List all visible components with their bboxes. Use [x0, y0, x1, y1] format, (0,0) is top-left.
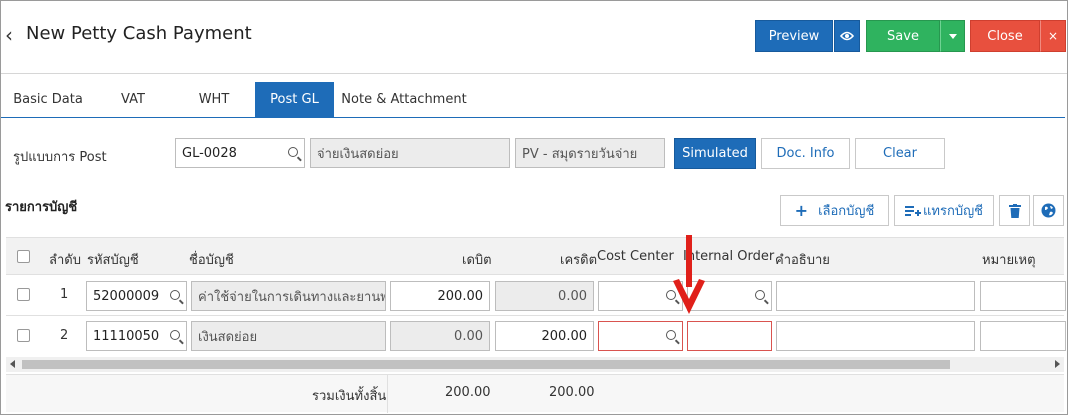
select-account-label: เลือกบัญชี — [818, 204, 875, 219]
totals-footer: รวมเงินทั้งสิ้น 200.00 200.00 — [6, 374, 1064, 413]
simulated-button[interactable]: Simulated — [674, 138, 756, 169]
account-name-field: ค่าใช้จ่ายในการเดินทางและยานพาหนะ — [191, 281, 386, 311]
account-code-input[interactable]: 52000009 — [86, 281, 187, 311]
header-seq: ลำดับ — [49, 253, 81, 268]
row-seq: 2 — [60, 328, 69, 343]
page-header: ‹ New Petty Cash Payment Preview Save Cl… — [1, 1, 1067, 73]
horizontal-scrollbar[interactable] — [6, 357, 1064, 372]
header-name: ชื่อบัญชี — [189, 253, 234, 268]
remark-input[interactable] — [980, 281, 1066, 311]
post-code-input[interactable]: GL-0028 — [175, 138, 305, 168]
debit-input[interactable]: 200.00 — [390, 281, 490, 311]
tab-post-gl[interactable]: Post GL — [255, 82, 334, 117]
search-icon[interactable] — [666, 330, 676, 340]
insert-list-icon — [905, 205, 922, 216]
debit-value: 200.00 — [437, 288, 484, 304]
globe-icon — [1041, 203, 1056, 218]
select-account-button[interactable]: + เลือกบัญชี — [780, 195, 889, 226]
account-code-value: 11110050 — [93, 328, 160, 344]
post-format-label: รูปแบบการ Post — [13, 150, 107, 165]
debit-field: 0.00 — [390, 321, 490, 351]
clear-button[interactable]: Clear — [855, 138, 945, 169]
description-input[interactable] — [776, 281, 975, 311]
scroll-thumb[interactable] — [22, 360, 950, 369]
trash-icon — [1008, 203, 1021, 218]
header-cost-center: Cost Center — [597, 249, 674, 264]
insert-account-button[interactable]: แทรกบัญชี — [894, 195, 994, 226]
delete-button[interactable] — [999, 195, 1030, 226]
globe-button[interactable] — [1033, 195, 1064, 226]
plus-icon: + — [794, 201, 809, 220]
back-icon[interactable]: ‹ — [5, 23, 13, 47]
header-divider — [1, 73, 1067, 74]
row-checkbox[interactable] — [17, 329, 30, 342]
total-debit: 200.00 — [445, 385, 491, 400]
save-button[interactable]: Save — [866, 20, 940, 52]
annotation-arrow-icon — [673, 235, 705, 314]
table-header: ลำดับ รหัสบัญชี ชื่อบัญชี เดบิต เครดิต C… — [6, 237, 1064, 275]
post-code-value: GL-0028 — [182, 145, 237, 161]
cost-center-input-error[interactable] — [598, 321, 683, 351]
post-description-field: จ่ายเงินสดย่อย — [310, 138, 510, 168]
account-code-value: 52000009 — [93, 288, 160, 304]
search-icon[interactable] — [288, 147, 298, 157]
row-seq: 1 — [60, 287, 69, 302]
header-code: รหัสบัญชี — [87, 253, 139, 268]
save-dropdown-button[interactable] — [940, 20, 965, 52]
tab-wht[interactable]: WHT — [174, 82, 254, 117]
tab-vat[interactable]: VAT — [93, 82, 173, 117]
tab-bar: Basic Data VAT WHT Post GL Note & Attach… — [1, 82, 1065, 118]
footer-divider — [387, 375, 388, 413]
search-icon[interactable] — [755, 290, 765, 300]
debit-value: 0.00 — [454, 328, 483, 344]
insert-account-label: แทรกบัญชี — [923, 204, 983, 219]
close-x-button[interactable]: × — [1040, 20, 1066, 52]
close-button[interactable]: Close — [970, 20, 1040, 52]
tab-note-attachment[interactable]: Note & Attachment — [336, 82, 472, 117]
credit-value: 200.00 — [541, 328, 588, 344]
account-name-value: ค่าใช้จ่ายในการเดินทางและยานพาหนะ — [198, 289, 386, 305]
preview-button[interactable]: Preview — [755, 20, 833, 52]
journal-field: PV - สมุดรายวันจ่าย — [515, 138, 665, 168]
total-credit: 200.00 — [549, 385, 595, 400]
account-name-field: เงินสดย่อย — [191, 321, 386, 351]
credit-input[interactable]: 200.00 — [495, 321, 594, 351]
row-divider — [6, 315, 1064, 316]
header-debit: เดบิต — [462, 253, 492, 268]
internal-order-input-error[interactable] — [687, 321, 772, 351]
caret-down-icon — [948, 33, 957, 39]
total-label: รวมเงินทั้งสิ้น — [312, 389, 387, 404]
post-description-value: จ่ายเงินสดย่อย — [317, 146, 399, 162]
search-icon[interactable] — [170, 330, 180, 340]
doc-info-button[interactable]: Doc. Info — [761, 138, 850, 169]
cost-center-input[interactable] — [598, 281, 683, 311]
account-code-input[interactable]: 11110050 — [86, 321, 187, 351]
header-credit: เครดิต — [560, 253, 598, 268]
journal-value: PV - สมุดรายวันจ่าย — [522, 146, 638, 162]
description-input[interactable] — [776, 321, 975, 351]
row-checkbox[interactable] — [17, 288, 30, 301]
select-all-checkbox[interactable] — [17, 250, 30, 263]
page-title: New Petty Cash Payment — [26, 23, 252, 44]
search-icon[interactable] — [170, 290, 180, 300]
account-name-value: เงินสดย่อย — [198, 329, 258, 345]
preview-eye-button[interactable] — [834, 20, 860, 52]
scroll-left-arrow-icon[interactable] — [10, 360, 15, 368]
accounts-section-title: รายการบัญชี — [5, 200, 78, 215]
header-description: คำอธิบาย — [775, 253, 830, 268]
credit-value: 0.00 — [558, 288, 587, 304]
credit-field: 0.00 — [495, 281, 594, 311]
remark-input[interactable] — [980, 321, 1066, 351]
scroll-right-arrow-icon[interactable] — [1055, 360, 1060, 368]
header-remark: หมายเหตุ — [982, 253, 1036, 268]
eye-icon — [840, 31, 854, 41]
tab-basic-data[interactable]: Basic Data — [5, 82, 91, 117]
